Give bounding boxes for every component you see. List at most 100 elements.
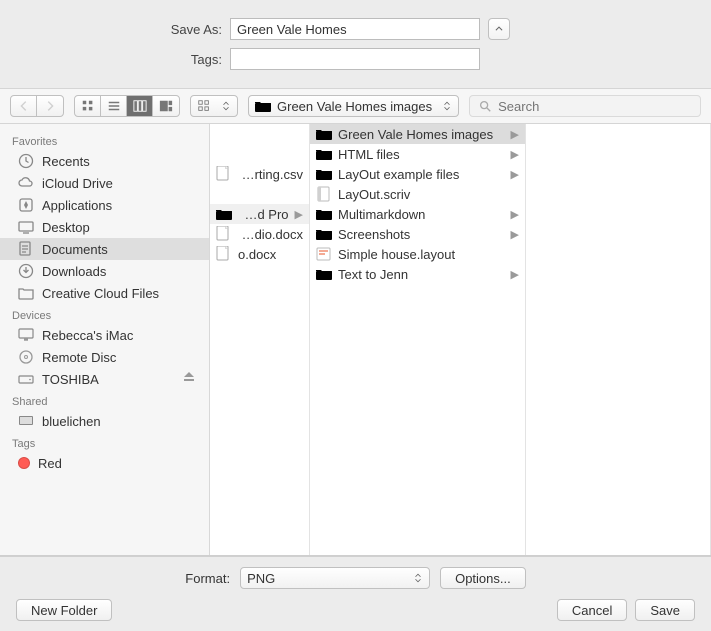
sidebar-item-label: Desktop xyxy=(42,220,90,235)
file-row[interactable] xyxy=(210,144,309,164)
sidebar-item-icloud[interactable]: iCloud Drive xyxy=(0,172,209,194)
folder-icon xyxy=(316,128,332,140)
app-icon xyxy=(18,197,34,213)
file-row[interactable]: LayOut.scriv xyxy=(310,184,525,204)
group-by-popup[interactable] xyxy=(190,95,238,117)
search-input[interactable] xyxy=(498,99,692,114)
disclosure-arrow-icon: ▶ xyxy=(511,148,519,161)
file-row[interactable]: Screenshots▶ xyxy=(310,224,525,244)
scriv-icon xyxy=(316,186,332,202)
sidebar-heading: Favorites xyxy=(0,130,209,150)
folder-icon xyxy=(316,268,332,280)
sidebar-item-label: Downloads xyxy=(42,264,106,279)
file-row[interactable]: LayOut example files▶ xyxy=(310,164,525,184)
file-row[interactable] xyxy=(210,184,309,204)
file-row[interactable]: e and Pro▶ xyxy=(210,204,309,224)
file-row[interactable]: Simple house.layout xyxy=(310,244,525,264)
tags-input[interactable] xyxy=(230,48,480,70)
file-label: LayOut example files xyxy=(338,167,505,182)
sidebar-item-documents[interactable]: Documents xyxy=(0,238,209,260)
nav-buttons xyxy=(10,95,64,117)
sidebar-item-bluelichen[interactable]: bluelichen xyxy=(0,410,209,432)
forward-button[interactable] xyxy=(37,96,63,116)
folder-icon xyxy=(316,228,332,240)
search-field[interactable] xyxy=(469,95,701,117)
file-row[interactable]: Text to Jenn▶ xyxy=(310,264,525,284)
sidebar-item-downloads[interactable]: Downloads xyxy=(0,260,209,282)
column-1: xporting.csv e and Pro▶ Studio.docx o.docx xyxy=(210,124,310,555)
file-label: Multimarkdown xyxy=(338,207,505,222)
imac-icon xyxy=(18,327,34,343)
cancel-button[interactable]: Cancel xyxy=(557,599,627,621)
folder-icon xyxy=(255,100,271,112)
docside-icon xyxy=(18,241,34,257)
file-row[interactable]: HTML files▶ xyxy=(310,144,525,164)
save-button[interactable]: Save xyxy=(635,599,695,621)
chevron-updown-icon xyxy=(413,573,423,583)
column-2: Green Vale Homes images▶HTML files▶LayOu… xyxy=(310,124,526,555)
view-list-button[interactable] xyxy=(101,96,127,116)
sidebar-item-imac[interactable]: Rebecca's iMac xyxy=(0,324,209,346)
file-row[interactable]: Green Vale Homes images▶ xyxy=(310,124,525,144)
sidebar-item-ccfiles[interactable]: Creative Cloud Files xyxy=(0,282,209,304)
chevron-updown-icon xyxy=(221,101,231,111)
disclosure-arrow-icon: ▶ xyxy=(511,128,519,141)
file-label: e and Pro xyxy=(238,207,289,222)
view-gallery-button[interactable] xyxy=(153,96,179,116)
folderside-icon xyxy=(18,285,34,301)
sidebar-item-label: Applications xyxy=(42,198,112,213)
options-label: Options... xyxy=(455,571,511,586)
file-row[interactable]: Studio.docx xyxy=(210,224,309,244)
disc-icon xyxy=(18,349,34,365)
file-row[interactable] xyxy=(210,124,309,144)
chevron-right-icon xyxy=(43,99,57,113)
format-select[interactable]: PNG xyxy=(240,567,430,589)
options-button[interactable]: Options... xyxy=(440,567,526,589)
screen-icon xyxy=(18,413,34,429)
folder-icon xyxy=(216,208,232,220)
bottom-bar: Format: PNG Options... New Folder Cancel… xyxy=(0,556,711,631)
sidebar-heading: Tags xyxy=(0,432,209,452)
view-mode-buttons xyxy=(74,95,180,117)
save-label: Save xyxy=(650,603,680,618)
sidebar-item-label: Recents xyxy=(42,154,90,169)
collapse-button[interactable] xyxy=(488,18,510,40)
path-popup[interactable]: Green Vale Homes images xyxy=(248,95,459,117)
sidebar-item-tag-red[interactable]: Red xyxy=(0,452,209,474)
save-as-input[interactable] xyxy=(230,18,480,40)
view-icon-button[interactable] xyxy=(75,96,101,116)
sidebar-item-toshiba[interactable]: TOSHIBA xyxy=(0,368,209,390)
column-view: xporting.csve and Pro▶Studio.docxo.docx … xyxy=(210,124,711,555)
path-popup-label: Green Vale Homes images xyxy=(277,99,432,114)
gallery-view-icon xyxy=(159,99,173,113)
file-row[interactable]: Multimarkdown▶ xyxy=(310,204,525,224)
folder-icon xyxy=(316,148,332,160)
folder-icon xyxy=(316,168,332,180)
file-label: Studio.docx xyxy=(238,227,303,242)
file-row[interactable]: o.docx xyxy=(210,244,309,264)
doc-icon xyxy=(216,226,232,242)
new-folder-button[interactable]: New Folder xyxy=(16,599,112,621)
sidebar-item-applications[interactable]: Applications xyxy=(0,194,209,216)
file-row[interactable]: xporting.csv xyxy=(210,164,309,184)
sidebar-item-label: Creative Cloud Files xyxy=(42,286,159,301)
sidebar-item-label: Documents xyxy=(42,242,108,257)
download-icon xyxy=(18,263,34,279)
sidebar-item-label: Rebecca's iMac xyxy=(42,328,133,343)
sidebar-item-label: bluelichen xyxy=(42,414,101,429)
eject-icon xyxy=(181,370,197,386)
save-as-label: Save As: xyxy=(20,22,230,37)
disclosure-arrow-icon: ▶ xyxy=(511,268,519,281)
chevron-up-icon xyxy=(494,24,504,34)
sidebar-item-label: TOSHIBA xyxy=(42,372,99,387)
sidebar-item-remotedisc[interactable]: Remote Disc xyxy=(0,346,209,368)
file-label: o.docx xyxy=(238,247,303,262)
sidebar-item-desktop[interactable]: Desktop xyxy=(0,216,209,238)
view-column-button[interactable] xyxy=(127,96,153,116)
folder-icon xyxy=(316,208,332,220)
sidebar-item-recents[interactable]: Recents xyxy=(0,150,209,172)
back-button[interactable] xyxy=(11,96,37,116)
sidebar-item-label: Remote Disc xyxy=(42,350,116,365)
list-view-icon xyxy=(107,99,121,113)
layout-icon xyxy=(316,246,332,262)
